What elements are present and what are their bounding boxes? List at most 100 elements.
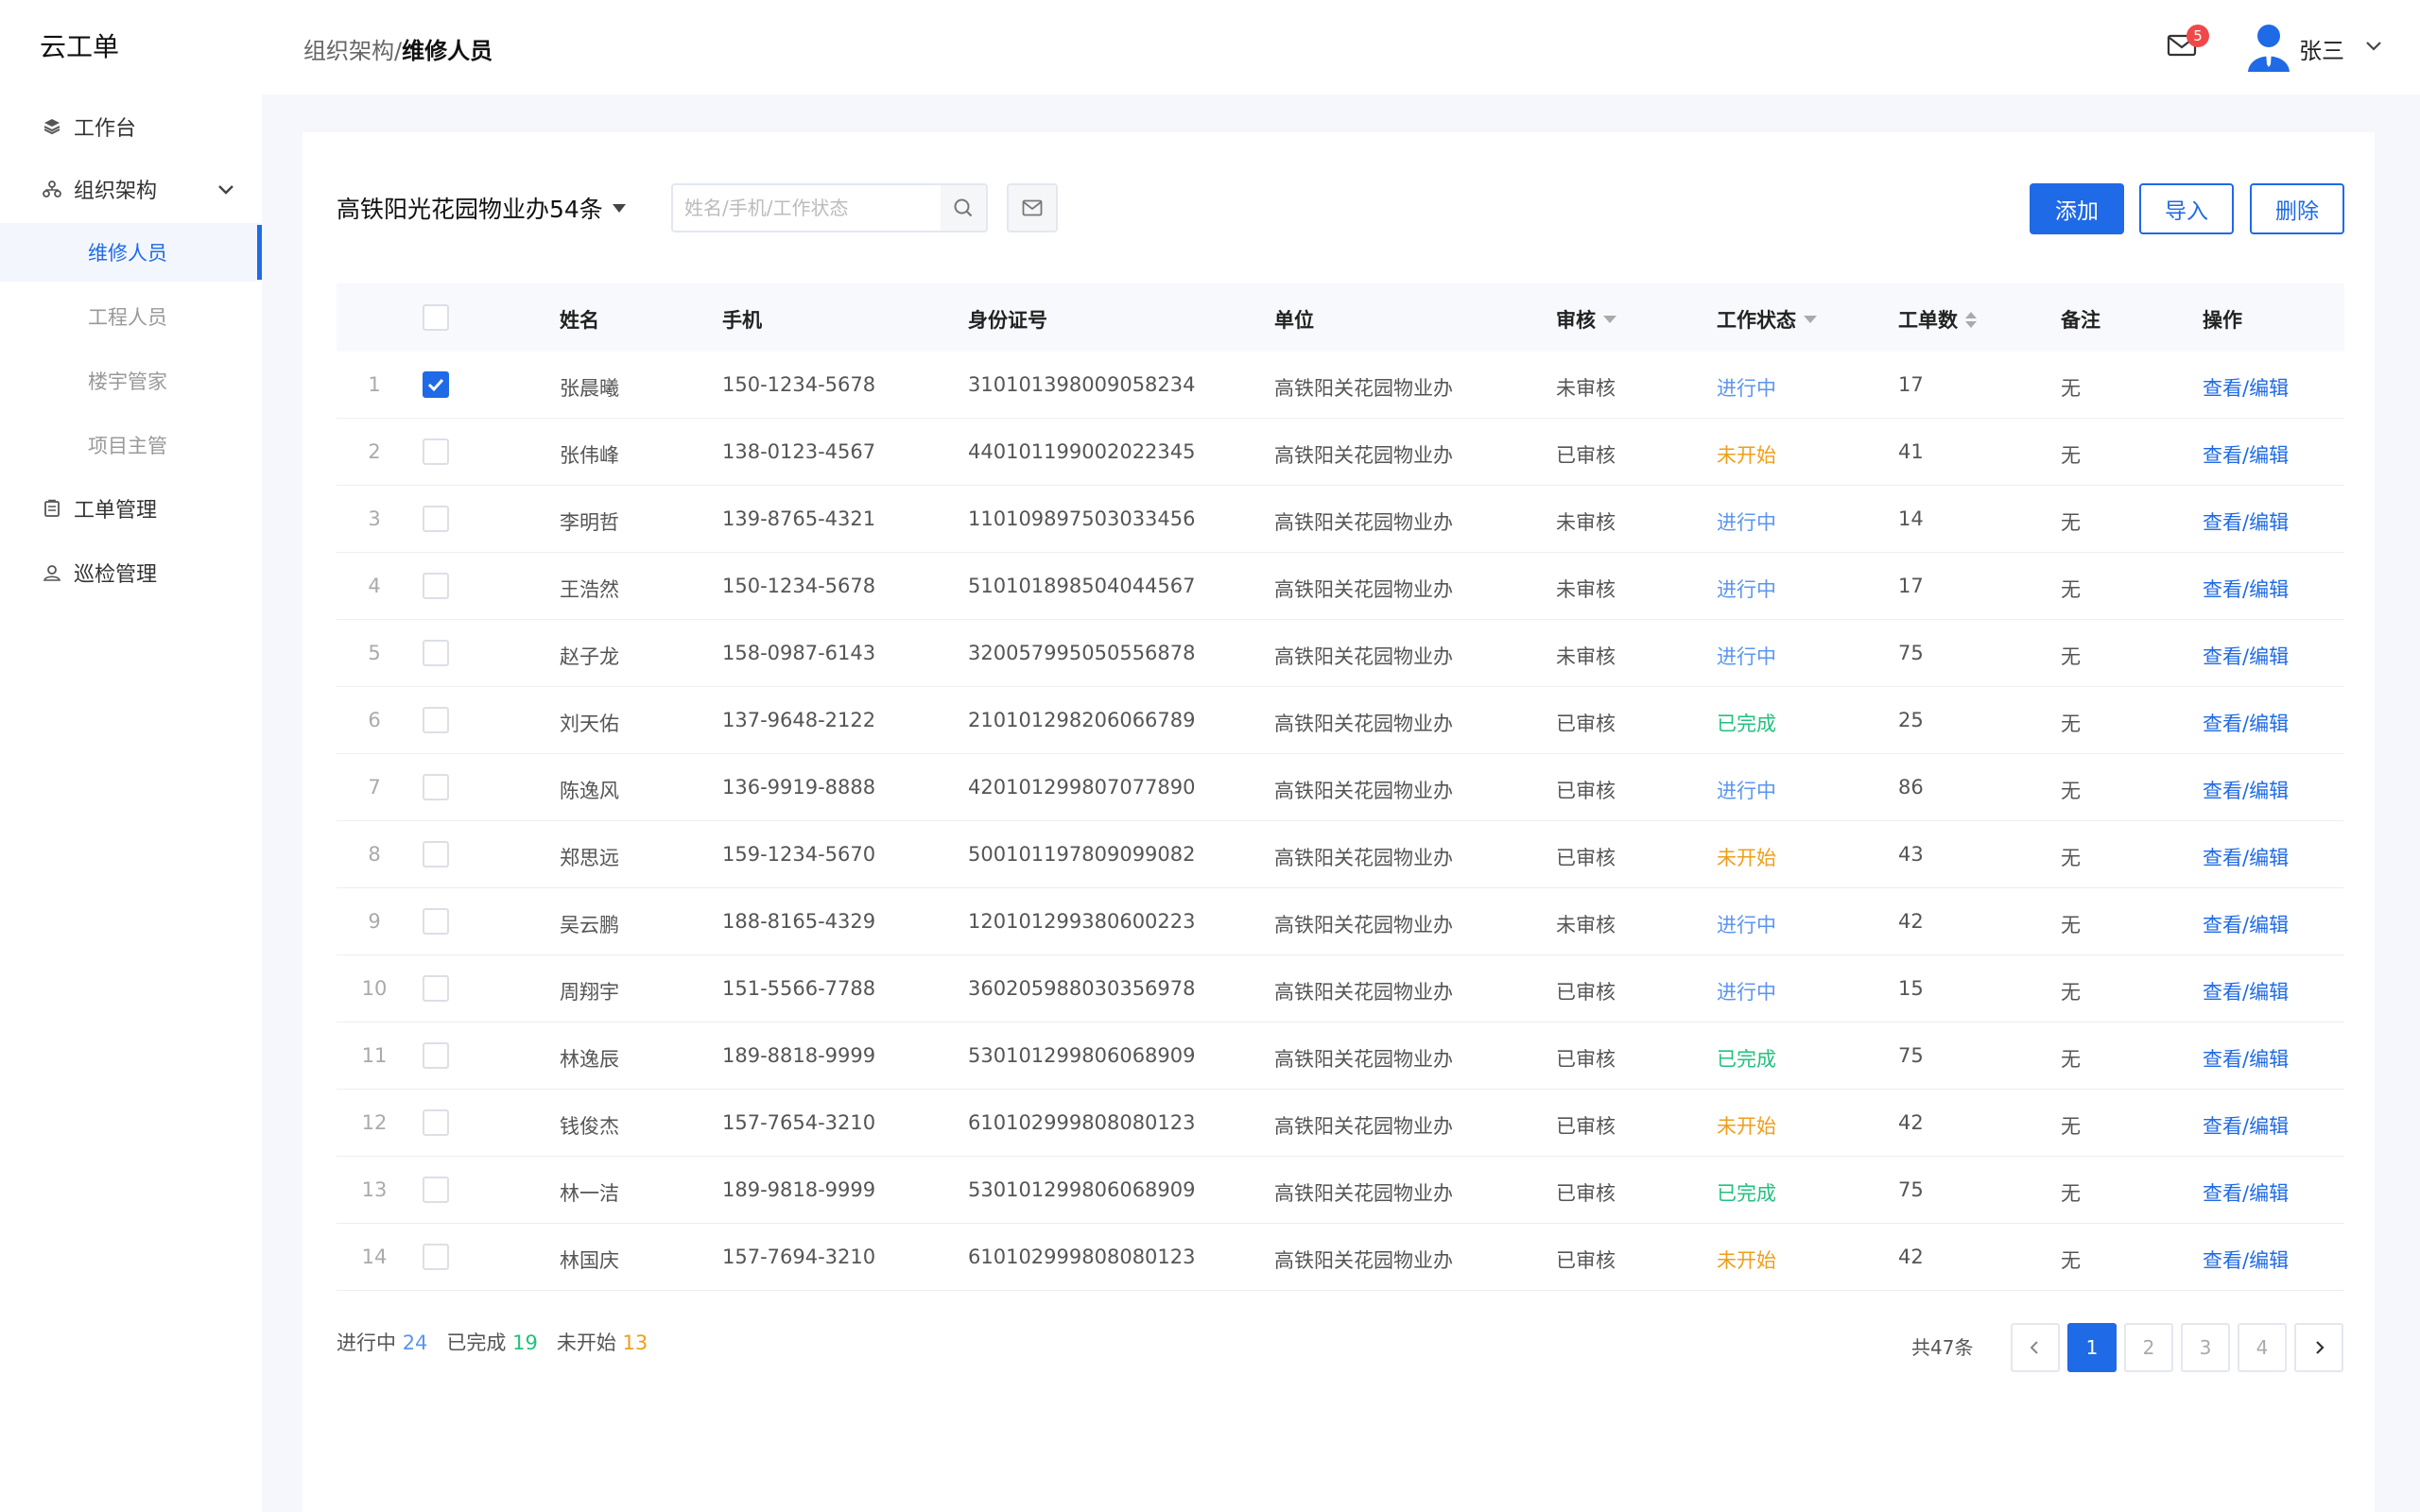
chevron-down-icon[interactable] bbox=[2362, 34, 2385, 57]
table-row: 6 刘天佑 137-9648-2122 210101298206066789 高铁阳关花… bbox=[337, 687, 2344, 754]
username[interactable]: 张三 bbox=[2299, 32, 2344, 65]
summary-not-started: 未开始 13 bbox=[556, 1332, 648, 1354]
cell-name: 吴云鹏 bbox=[560, 914, 619, 936]
search-field[interactable] bbox=[671, 183, 942, 232]
row-index: 14 bbox=[361, 1246, 388, 1268]
cell-status: 未开始 bbox=[1717, 1249, 1776, 1272]
top-header: 组织架构/维修人员 5 张三 bbox=[262, 0, 2420, 94]
sidebar-item-org[interactable]: 组织架构 bbox=[0, 161, 262, 217]
row-checkbox[interactable] bbox=[423, 506, 449, 532]
row-checkbox[interactable] bbox=[423, 573, 449, 599]
row-checkbox[interactable] bbox=[423, 1042, 449, 1069]
cell-status: 进行中 bbox=[1717, 780, 1776, 802]
row-checkbox[interactable] bbox=[423, 1177, 449, 1203]
cell-unit: 高铁阳关花园物业办 bbox=[1274, 981, 1453, 1004]
org-select-label: 高铁阳光花园物业办54条 bbox=[337, 196, 603, 223]
pagination-page-3[interactable]: 3 bbox=[2181, 1323, 2230, 1372]
view-edit-link[interactable]: 查看/编辑 bbox=[2203, 977, 2289, 1005]
sidebar-item-label: 工程人员 bbox=[88, 306, 167, 329]
view-edit-link[interactable]: 查看/编辑 bbox=[2203, 1178, 2289, 1207]
search-input[interactable] bbox=[673, 185, 941, 231]
row-checkbox[interactable] bbox=[423, 774, 449, 800]
row-checkbox[interactable] bbox=[423, 841, 449, 868]
cell-note: 无 bbox=[2061, 377, 2081, 400]
main-panel: 高铁阳光花园物业办54条 添加 导入 删除 姓名 手机 身份证号 单位 审核 工… bbox=[302, 132, 2375, 1512]
column-header-audit[interactable]: 审核 bbox=[1556, 305, 1616, 334]
view-edit-link[interactable]: 查看/编辑 bbox=[2203, 575, 2289, 603]
add-button[interactable]: 添加 bbox=[2030, 183, 2124, 234]
view-edit-link[interactable]: 查看/编辑 bbox=[2203, 776, 2289, 804]
pagination-page-2[interactable]: 2 bbox=[2124, 1323, 2173, 1372]
cell-order-count: 75 bbox=[1898, 1178, 1924, 1201]
sidebar-item-project-supervisor[interactable]: 项目主管 bbox=[0, 416, 262, 474]
cell-unit: 高铁阳关花园物业办 bbox=[1274, 444, 1453, 467]
sidebar-item-engineering-staff[interactable]: 工程人员 bbox=[0, 287, 262, 346]
import-button[interactable]: 导入 bbox=[2139, 183, 2234, 234]
row-checkbox[interactable] bbox=[423, 975, 449, 1002]
row-checkbox[interactable] bbox=[423, 371, 449, 398]
sidebar: 云工单 工作台 组织架构 维修人员 工程人员 楼宇管家 项目主管 工单管理 巡检… bbox=[0, 0, 262, 1512]
sidebar-item-label: 组织架构 bbox=[74, 180, 158, 203]
cell-order-count: 15 bbox=[1898, 977, 1924, 1000]
cell-note: 无 bbox=[2061, 847, 2081, 869]
pagination-page-4[interactable]: 4 bbox=[2238, 1323, 2287, 1372]
cell-phone: 157-7654-3210 bbox=[722, 1111, 876, 1134]
sidebar-item-inspection[interactable]: 巡检管理 bbox=[0, 544, 262, 601]
view-edit-link[interactable]: 查看/编辑 bbox=[2203, 642, 2289, 670]
row-checkbox[interactable] bbox=[423, 438, 449, 465]
sidebar-item-workbench[interactable]: 工作台 bbox=[0, 98, 262, 155]
cell-note: 无 bbox=[2061, 1249, 2081, 1272]
cell-name: 张伟峰 bbox=[560, 444, 619, 467]
cell-audit: 已审核 bbox=[1556, 780, 1616, 802]
row-checkbox[interactable] bbox=[423, 908, 449, 935]
cell-audit: 未审核 bbox=[1556, 578, 1616, 601]
cell-phone: 138-0123-4567 bbox=[722, 440, 876, 463]
cell-id-number: 110109897503033456 bbox=[968, 507, 1196, 530]
cell-unit: 高铁阳关花园物业办 bbox=[1274, 847, 1453, 869]
row-index: 10 bbox=[361, 977, 388, 1000]
pagination-page-1[interactable]: 1 bbox=[2067, 1323, 2117, 1372]
select-all-checkbox[interactable] bbox=[423, 304, 449, 331]
view-edit-link[interactable]: 查看/编辑 bbox=[2203, 440, 2289, 469]
row-checkbox[interactable] bbox=[423, 640, 449, 666]
row-checkbox[interactable] bbox=[423, 1109, 449, 1136]
view-edit-link[interactable]: 查看/编辑 bbox=[2203, 709, 2289, 737]
view-edit-link[interactable]: 查看/编辑 bbox=[2203, 507, 2289, 536]
view-edit-link[interactable]: 查看/编辑 bbox=[2203, 1246, 2289, 1274]
sidebar-item-orders[interactable]: 工单管理 bbox=[0, 480, 262, 537]
sidebar-item-repair-staff[interactable]: 维修人员 bbox=[0, 223, 262, 282]
view-edit-link[interactable]: 查看/编辑 bbox=[2203, 373, 2289, 402]
delete-button[interactable]: 删除 bbox=[2250, 183, 2344, 234]
row-index: 2 bbox=[368, 440, 381, 463]
table-row: 10 周翔宇 151-5566-7788 360205988030356978 高铁阳关… bbox=[337, 955, 2344, 1022]
column-header-order-count[interactable]: 工单数 bbox=[1898, 305, 1977, 334]
pagination-next-button[interactable] bbox=[2294, 1323, 2343, 1372]
cell-id-number: 610102999808080123 bbox=[968, 1246, 1196, 1268]
row-checkbox[interactable] bbox=[423, 1244, 449, 1270]
table-row: 9 吴云鹏 188-8165-4329 120101299380600223 高铁阳关花… bbox=[337, 888, 2344, 955]
row-checkbox[interactable] bbox=[423, 707, 449, 733]
sort-down-icon bbox=[1603, 316, 1616, 323]
check-icon bbox=[427, 378, 444, 392]
message-button[interactable] bbox=[1007, 183, 1058, 232]
staff-table: 姓名 手机 身份证号 单位 审核 工作状态 工单数 备注 操作 1 张晨曦 150-… bbox=[337, 284, 2344, 1291]
cell-phone: 139-8765-4321 bbox=[722, 507, 876, 530]
view-edit-link[interactable]: 查看/编辑 bbox=[2203, 1111, 2289, 1140]
pagination-prev-button[interactable] bbox=[2011, 1323, 2060, 1372]
avatar[interactable] bbox=[2245, 23, 2292, 74]
cell-note: 无 bbox=[2061, 914, 2081, 936]
sidebar-item-building-butler[interactable]: 楼宇管家 bbox=[0, 352, 262, 410]
view-edit-link[interactable]: 查看/编辑 bbox=[2203, 910, 2289, 938]
breadcrumb-parent[interactable]: 组织架构 bbox=[303, 38, 394, 64]
view-edit-link[interactable]: 查看/编辑 bbox=[2203, 843, 2289, 871]
search-button[interactable] bbox=[941, 183, 988, 232]
cell-status: 进行中 bbox=[1717, 511, 1776, 534]
cell-phone: 150-1234-5678 bbox=[722, 373, 876, 396]
view-edit-link[interactable]: 查看/编辑 bbox=[2203, 1044, 2289, 1073]
cell-status: 进行中 bbox=[1717, 981, 1776, 1004]
cell-name: 林国庆 bbox=[560, 1249, 619, 1272]
table-row: 7 陈逸风 136-9919-8888 420101299807077890 高铁阳关花… bbox=[337, 754, 2344, 821]
cell-name: 周翔宇 bbox=[560, 981, 619, 1004]
org-select-dropdown[interactable]: 高铁阳光花园物业办54条 bbox=[337, 191, 626, 225]
column-header-status[interactable]: 工作状态 bbox=[1717, 305, 1817, 334]
